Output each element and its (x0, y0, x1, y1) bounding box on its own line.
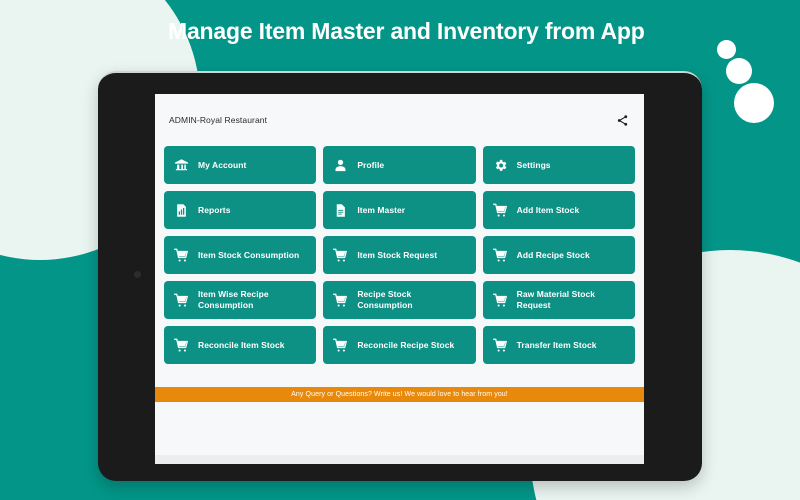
menu-tile[interactable]: Item Stock Consumption (164, 236, 317, 274)
menu-tile[interactable]: Add Recipe Stock (482, 236, 635, 274)
menu-tile[interactable]: Transfer Item Stock (482, 326, 635, 364)
menu-tile-label: Add Recipe Stock (516, 249, 590, 260)
menu-tile[interactable]: Settings (482, 146, 635, 184)
menu-tile-label: Profile (357, 159, 385, 170)
cart-icon (333, 338, 348, 353)
person-icon (333, 158, 348, 173)
decorative-bubble-large (734, 83, 774, 123)
menu-tile[interactable]: Recipe Stock Consumption (323, 281, 476, 319)
menu-tile-label: Item Wise Recipe Consumption (198, 289, 269, 310)
front-camera-icon (134, 271, 141, 278)
tablet-device-frame: ADMIN-Royal Restaurant My Account Profile… (98, 71, 702, 481)
menu-tile[interactable]: Add Item Stock (482, 191, 635, 229)
cart-icon (492, 293, 508, 308)
menu-tile-label: Transfer Item Stock (516, 339, 597, 350)
menu-tile[interactable]: Item Stock Request (323, 236, 476, 274)
menu-tile-label: Reconcile Recipe Stock (357, 339, 455, 350)
cart-icon (492, 203, 508, 218)
screen-footer-area (155, 402, 644, 464)
report-chart-icon (174, 203, 189, 218)
share-icon[interactable] (614, 112, 630, 128)
menu-tile[interactable]: Raw Material Stock Request (482, 281, 635, 319)
menu-tile-label: Item Stock Consumption (198, 249, 300, 260)
menu-tile[interactable]: My Account (164, 146, 317, 184)
menu-tile-label: Add Item Stock (516, 204, 580, 215)
app-menu-grid: My Account Profile Settings Reports Item Mas… (155, 146, 644, 364)
menu-tile[interactable]: Reports (164, 191, 317, 229)
menu-tile-label: Reports (198, 204, 231, 215)
promo-headline: Manage Item Master and Inventory from Ap… (168, 18, 645, 44)
menu-tile-label: Item Master (357, 204, 406, 215)
menu-tile[interactable]: Item Master (323, 191, 476, 229)
menu-tile[interactable]: Reconcile Recipe Stock (323, 326, 476, 364)
menu-tile-label: Recipe Stock Consumption (357, 289, 413, 310)
gear-icon (493, 158, 508, 173)
footer-strip (155, 455, 644, 464)
menu-tile-label: My Account (198, 159, 247, 170)
promo-screenshot: Manage Item Master and Inventory from Ap… (0, 0, 800, 500)
cart-icon (333, 293, 348, 308)
tablet-screen: ADMIN-Royal Restaurant My Account Profile… (155, 94, 644, 464)
menu-tile-label: Reconcile Item Stock (198, 339, 285, 350)
cart-icon (174, 293, 189, 308)
contact-banner[interactable]: Any Query or Questions? Write us! We wou… (155, 387, 644, 402)
menu-tile-label: Settings (516, 159, 551, 170)
menu-tile[interactable]: Reconcile Item Stock (164, 326, 317, 364)
decorative-bubble-medium (726, 58, 752, 84)
cart-icon (492, 338, 508, 353)
cart-icon (174, 248, 189, 263)
cart-icon (174, 338, 189, 353)
cart-icon (492, 248, 508, 263)
page-title: ADMIN-Royal Restaurant (169, 115, 268, 125)
cart-icon (333, 248, 348, 263)
menu-tile-label: Raw Material Stock Request (516, 289, 596, 310)
menu-tile[interactable]: Item Wise Recipe Consumption (164, 281, 317, 319)
menu-tile-label: Item Stock Request (357, 249, 438, 260)
decorative-bubble-small (717, 40, 736, 59)
bank-icon (174, 158, 189, 173)
app-header: ADMIN-Royal Restaurant (155, 94, 644, 146)
document-icon (333, 203, 348, 218)
menu-tile[interactable]: Profile (323, 146, 476, 184)
